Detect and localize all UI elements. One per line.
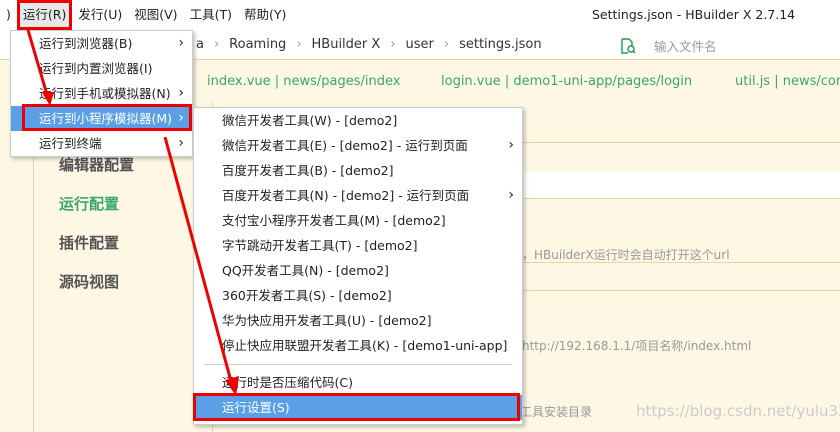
watermark: https://blog.csdn.net/yulu32 bbox=[636, 402, 840, 420]
annotation-arrows bbox=[26, 29, 239, 396]
